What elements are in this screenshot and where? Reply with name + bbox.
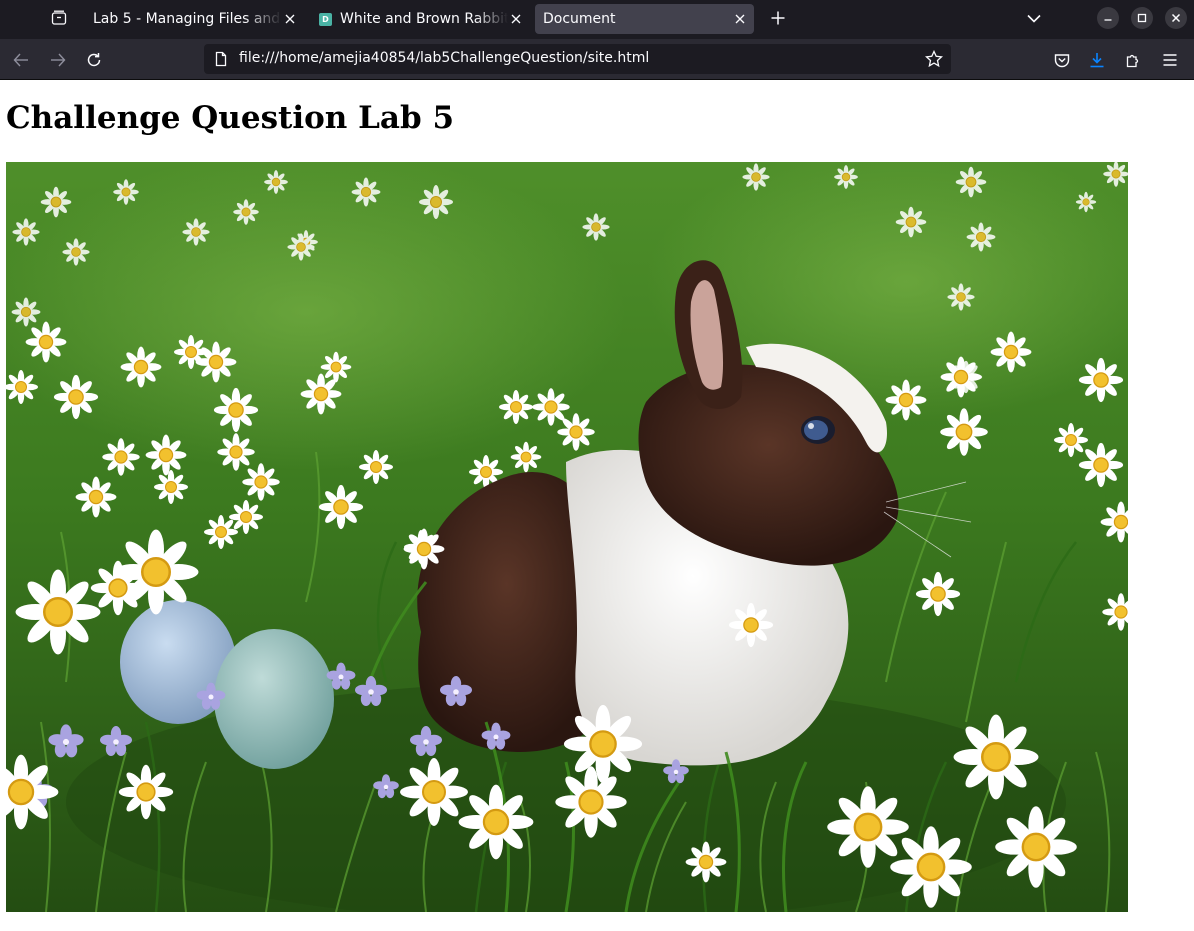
page-content: Challenge Question Lab 5 <box>0 80 1194 931</box>
close-icon[interactable] <box>508 11 524 27</box>
puzzle-icon <box>1126 54 1139 68</box>
tab-strip: Lab 5 - Managing Files and D D White and… <box>0 0 1194 39</box>
chevron-down-icon <box>1027 14 1041 23</box>
rabbit-in-daisy-field-photo <box>6 162 1128 912</box>
save-to-pocket-button[interactable] <box>1049 47 1075 73</box>
extensions-button[interactable] <box>1120 47 1146 73</box>
tab-white-and-brown-rabbit[interactable]: D White and Brown Rabbit <box>310 4 530 34</box>
firefox-view-icon <box>51 10 67 25</box>
arrow-left-icon <box>13 53 28 67</box>
forward-button[interactable] <box>45 47 71 73</box>
tab-title: Lab 5 - Managing Files and D <box>93 11 282 27</box>
firefox-view-button[interactable] <box>44 5 74 31</box>
minimize-button[interactable] <box>1097 7 1119 29</box>
download-icon <box>1090 53 1104 68</box>
maximize-button[interactable] <box>1131 7 1153 29</box>
address-bar[interactable]: file:///home/amejia40854/lab5ChallengeQu… <box>204 44 951 74</box>
tab-lab5-managing-files[interactable]: Lab 5 - Managing Files and D <box>84 4 304 34</box>
minimize-icon <box>1104 19 1112 21</box>
pocket-icon <box>1054 53 1070 67</box>
plus-icon <box>771 11 785 25</box>
close-icon[interactable] <box>282 11 298 27</box>
navigation-toolbar: file:///home/amejia40854/lab5ChallengeQu… <box>0 39 1194 80</box>
tab-document-active[interactable]: Document <box>535 4 754 34</box>
close-window-button[interactable] <box>1165 7 1187 29</box>
list-all-tabs-button[interactable] <box>1021 6 1047 30</box>
reload-button[interactable] <box>81 47 107 73</box>
arrow-right-icon <box>51 53 66 67</box>
app-menu-button[interactable] <box>1157 47 1183 73</box>
tab-favicon: D <box>319 12 332 26</box>
page-heading: Challenge Question Lab 5 <box>6 100 455 136</box>
downloads-button[interactable] <box>1084 47 1110 73</box>
reload-icon <box>87 53 101 67</box>
close-icon <box>1171 13 1181 23</box>
back-button[interactable] <box>8 47 34 73</box>
close-icon[interactable] <box>732 11 748 27</box>
tab-title: Document <box>543 11 616 27</box>
url-text[interactable]: file:///home/amejia40854/lab5ChallengeQu… <box>239 50 649 66</box>
maximize-icon <box>1137 13 1147 23</box>
tab-title: White and Brown Rabbit <box>340 11 508 27</box>
star-icon[interactable] <box>925 50 943 68</box>
hamburger-icon <box>1163 54 1177 66</box>
new-tab-button[interactable] <box>765 6 791 30</box>
page-icon <box>215 51 227 67</box>
